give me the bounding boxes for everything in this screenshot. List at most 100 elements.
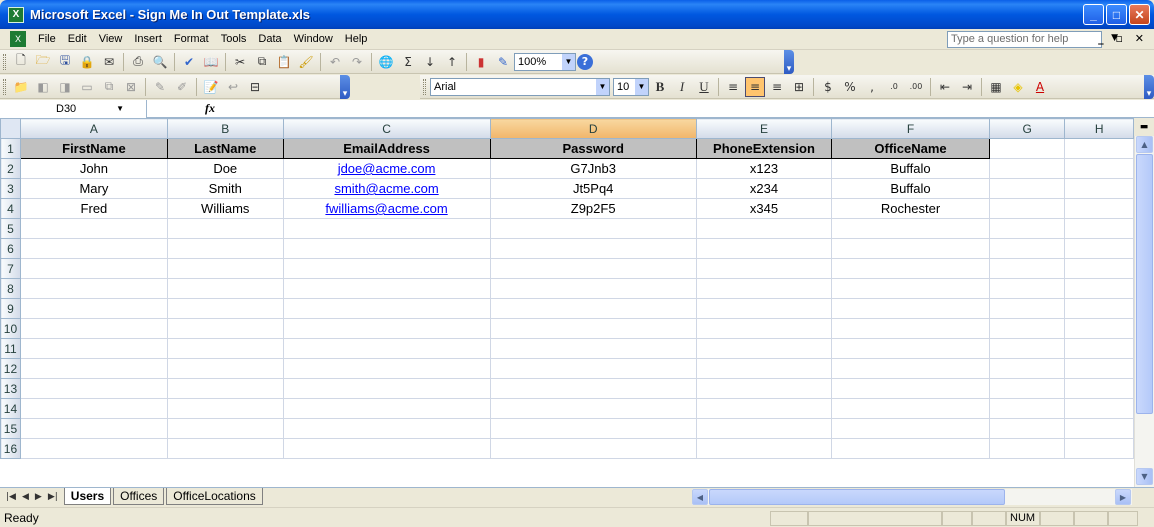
toolbar-options-icon[interactable]: ▾ [340,74,350,99]
cell-link[interactable]: jdoe@acme.com [282,158,491,179]
cell[interactable]: Buffalo [831,178,990,199]
italic-button[interactable]: I [672,77,692,97]
row-header[interactable]: 16 [0,438,21,459]
vertical-scrollbar[interactable]: ▲ ▼ [1134,136,1154,487]
cell[interactable] [988,178,1066,199]
underline-button[interactable]: U [694,77,714,97]
row-header[interactable]: 2 [0,158,21,179]
undo-icon[interactable]: ↶ [325,52,345,72]
row-header[interactable]: 5 [0,218,21,239]
help-icon[interactable]: ? [577,53,593,70]
show-comment-icon[interactable]: ▭ [77,77,97,97]
function-icon[interactable]: fx [195,101,225,116]
workbook-icon[interactable]: X [10,31,26,47]
increase-indent-icon[interactable]: ⇥ [957,77,977,97]
row-header[interactable]: 8 [0,278,21,299]
toolbar-grip[interactable] [423,78,426,95]
research-icon[interactable]: 📖 [201,52,221,72]
cell[interactable] [988,198,1066,219]
cell-link[interactable]: fwilliams@acme.com [282,198,491,219]
split-box[interactable]: ▬ [1134,118,1154,136]
prev-sheet-icon[interactable]: ◀ [22,492,29,502]
permission-icon[interactable]: 🔒 [77,52,97,72]
cell[interactable]: Mary [19,178,168,199]
menu-format[interactable]: Format [168,33,215,45]
cell[interactable]: FirstName [19,138,168,159]
minimize-button[interactable]: _ [1083,4,1104,25]
menu-insert[interactable]: Insert [128,33,168,45]
track-changes-icon[interactable]: 📝 [201,77,221,97]
menu-tools[interactable]: Tools [215,33,253,45]
borders-icon[interactable]: ▦ [986,77,1006,97]
column-header[interactable]: A [19,118,168,139]
chevron-down-icon[interactable]: ▼ [116,104,124,113]
close-button[interactable]: ✕ [1129,4,1150,25]
toolbar-options-icon[interactable]: ▾ [1144,74,1154,99]
fill-color-icon[interactable]: ◈ [1008,77,1028,97]
bold-button[interactable]: B [650,77,670,97]
cell[interactable]: Buffalo [831,158,990,179]
spelling-icon[interactable]: ✔ [179,52,199,72]
cell[interactable]: Doe [166,158,284,179]
scroll-down-icon[interactable]: ▼ [1136,468,1153,485]
cell[interactable]: PhoneExtension [695,138,833,159]
autosum-icon[interactable]: Σ [398,52,418,72]
formula-input[interactable] [225,100,1154,118]
cell[interactable]: x123 [695,158,833,179]
font-size-select[interactable]: 10 ▼ [613,77,649,96]
sort-descending-icon[interactable]: ↑ [442,52,462,72]
cell[interactable]: Z9p2F5 [489,198,697,219]
document-window-controls[interactable]: _ ▫ ✕ [1098,32,1148,45]
font-select[interactable]: Arial ▼ [430,77,610,96]
sheet-tab-offices[interactable]: Offices [113,488,165,505]
menu-edit[interactable]: Edit [62,33,93,45]
row-header[interactable]: 6 [0,238,21,259]
row-header[interactable]: 14 [0,398,21,419]
hyperlink-icon[interactable]: 🌐 [376,52,396,72]
cell[interactable]: John [19,158,168,179]
menu-view[interactable]: View [93,33,129,45]
drawing-icon[interactable]: ✎ [493,52,513,72]
new-icon[interactable]: 🗋 [11,52,31,72]
cell[interactable]: Fred [19,198,168,219]
horizontal-scroll-thumb[interactable] [709,489,1005,505]
open-icon[interactable]: 🗁 [33,52,53,72]
chart-wizard-icon[interactable]: ▮ [471,52,491,72]
delete-comment-icon[interactable]: ⊠ [121,77,141,97]
maximize-button[interactable]: □ [1106,4,1127,25]
paste-icon[interactable]: 📋 [274,52,294,72]
cell[interactable] [1064,198,1134,219]
column-header[interactable]: E [695,118,833,139]
sheet-tab-users[interactable]: Users [63,488,112,505]
decrease-decimal-icon[interactable]: .00 [906,77,926,97]
align-left-icon[interactable]: ≡ [723,77,743,97]
comma-icon[interactable]: , [862,77,882,97]
name-box[interactable]: D30 ▼ [0,99,147,118]
menu-window[interactable]: Window [288,33,339,45]
cell[interactable] [1064,138,1134,159]
cell[interactable]: OfficeName [831,138,990,159]
row-header[interactable]: 7 [0,258,21,279]
toolbar-options-icon[interactable]: ▾ [784,49,794,74]
scroll-right-icon[interactable]: ▶ [1115,489,1131,505]
print-preview-icon[interactable]: 🔍 [150,52,170,72]
row-header[interactable]: 15 [0,418,21,439]
horizontal-scrollbar[interactable]: ◀ ▶ [692,489,1132,505]
scroll-left-icon[interactable]: ◀ [692,489,708,505]
column-header-active[interactable]: D [489,118,697,139]
menu-file[interactable]: File [32,33,62,45]
row-header[interactable]: 13 [0,378,21,399]
column-header[interactable]: C [282,118,491,139]
print-icon[interactable]: ⎙ [128,52,148,72]
next-comment-icon[interactable]: ◨ [55,77,75,97]
cell[interactable] [988,158,1066,179]
cell[interactable]: Williams [166,198,284,219]
row-header[interactable]: 3 [0,178,21,199]
cell[interactable]: x234 [695,178,833,199]
zoom-select[interactable]: 100% ▼ [514,52,576,71]
menu-help[interactable]: Help [339,33,374,45]
cell[interactable]: x345 [695,198,833,219]
redo-icon[interactable]: ↷ [347,52,367,72]
currency-icon[interactable]: $ [818,77,838,97]
row-header[interactable]: 11 [0,338,21,359]
